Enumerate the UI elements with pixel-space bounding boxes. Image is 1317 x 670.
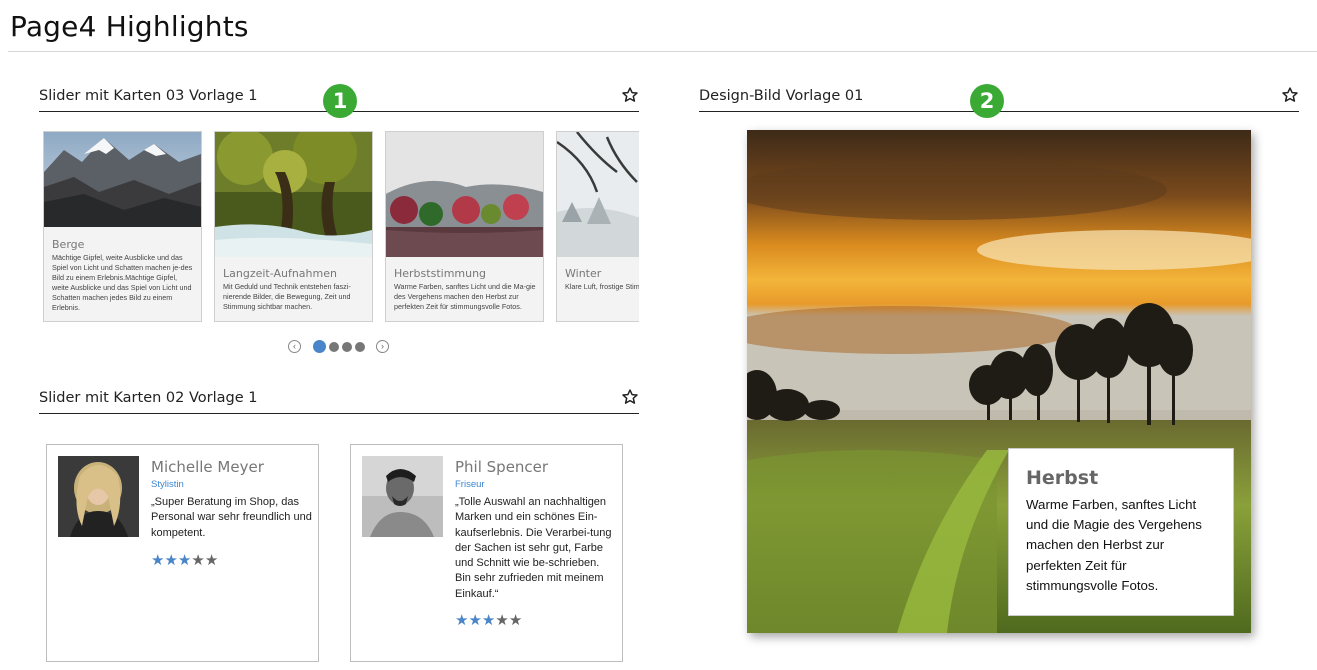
section-header-slider02: Slider mit Karten 02 Vorlage 1 [39,388,639,414]
reviewer-name: Michelle Meyer [151,458,264,476]
star-icon: ★ [164,552,178,569]
chevron-left-icon[interactable]: ‹ [288,340,301,353]
caption-text: Warme Farben, sanftes Licht und die Magi… [1026,497,1202,593]
title-divider [8,51,1317,52]
card-image-forest-stream [215,132,372,257]
card-slider[interactable]: Berge Mächtige Gipfel, weite Ausblicke u… [39,130,639,323]
star-outline-icon[interactable] [621,86,639,104]
star-icon: ★ [151,552,165,569]
star-icon: ★ [191,552,205,569]
avatar [362,456,443,537]
star-icon: ★ [455,612,469,629]
section-title: Design-Bild Vorlage 01 [699,88,864,104]
card-image-winter-tree [557,132,639,257]
design-image: Herbst Warme Farben, sanftes Licht und d… [747,130,1251,633]
section-title: Slider mit Karten 03 Vorlage 1 [39,88,258,104]
slider-card-winter[interactable]: Winter Klare Luft, frostige Stim schneit… [556,131,639,322]
card-image-autumn-lake [386,132,543,257]
testimonial-card[interactable]: Michelle Meyer Stylistin „Super Beratung… [46,444,319,662]
star-icon: ★ [204,552,219,569]
review-text: „Super Beratung im Shop, das Personal wa… [151,496,312,539]
star-outline-icon[interactable] [1281,86,1299,104]
pagination-dot-2[interactable] [329,342,339,352]
card-title: Langzeit-Aufnahmen [223,267,337,280]
card-text: Warme Farben, sanftes Licht und die Ma-g… [394,282,536,311]
slider-card-berge[interactable]: Berge Mächtige Gipfel, weite Ausblicke u… [43,131,202,322]
star-icon: ★ [468,612,482,629]
slider-pagination: ‹ › [288,340,390,354]
star-icon: ★ [481,612,496,629]
review-text: „Tolle Auswahl an nachhaltigen Marken un… [455,496,612,600]
avatar [58,456,139,537]
star-outline-icon[interactable] [621,388,639,406]
section-title: Slider mit Karten 02 Vorlage 1 [39,390,258,406]
image-caption-box: Herbst Warme Farben, sanftes Licht und d… [1008,448,1234,616]
pagination-dot-4[interactable] [355,342,365,352]
star-rating: ★★★★★ [455,612,535,629]
step-badge-2: 2 [970,84,1004,118]
pagination-dot-1[interactable] [313,340,326,353]
card-text: Mit Geduld und Technik entstehen faszi-n… [223,282,351,311]
pagination-dot-3[interactable] [342,342,352,352]
card-text: Mächtige Gipfel, weite Ausblicke und das… [52,253,193,312]
slider-card-langzeit[interactable]: Langzeit-Aufnahmen Mit Geduld und Techni… [214,131,373,322]
card-title: Herbststimmung [394,267,487,280]
chevron-right-icon[interactable]: › [376,340,389,353]
reviewer-role[interactable]: Stylistin [151,479,184,490]
star-icon: ★ [177,552,192,569]
card-title: Berge [52,238,85,251]
step-badge-1: 1 [323,84,357,118]
slider-card-herbststimmung[interactable]: Herbststimmung Warme Farben, sanftes Lic… [385,131,544,322]
star-rating: ★★★★★ [151,552,231,569]
caption-title: Herbst [1026,467,1099,489]
reviewer-role[interactable]: Friseur [455,479,485,490]
reviewer-name: Phil Spencer [455,458,549,476]
card-text: Klare Luft, frostige Stim schneite Lands… [565,282,639,291]
card-title: Winter [565,267,602,280]
star-icon: ★ [508,612,523,629]
page-title: Page4 Highlights [10,10,249,43]
testimonial-card[interactable]: Phil Spencer Friseur „Tolle Auswahl an n… [350,444,623,662]
card-image-mountains [44,132,201,227]
star-icon: ★ [495,612,509,629]
